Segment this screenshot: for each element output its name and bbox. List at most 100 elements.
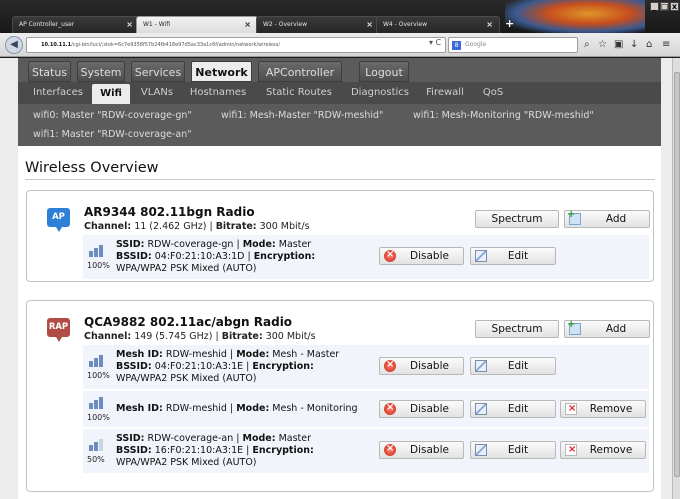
search-icon[interactable]: ⌕: [584, 40, 590, 50]
edit-icon: [475, 403, 487, 415]
subtab-interfaces[interactable]: Interfaces: [28, 82, 88, 104]
disable-button[interactable]: Disable: [379, 400, 464, 418]
edit-button[interactable]: Edit: [470, 247, 556, 265]
browser-tab-bar: AP Controller_user × W1 - Wifi × W2 - Ov…: [0, 0, 680, 34]
remove-icon: [565, 442, 577, 458]
luci-header: Status System Services Network APControl…: [18, 58, 661, 146]
signal-strength: 100%: [87, 413, 110, 422]
remove-button[interactable]: Remove: [560, 441, 646, 459]
browser-tab-label: AP Controller_user: [19, 21, 75, 28]
ap-badge-icon: AP: [47, 208, 70, 232]
close-icon[interactable]: ×: [244, 17, 251, 33]
subtab-hostnames[interactable]: Hostnames: [186, 82, 250, 104]
subtab-wifi[interactable]: Wifi: [92, 84, 130, 104]
browser-tab-w1-wifi[interactable]: W1 - Wifi ×: [136, 16, 258, 33]
iface-link-wifi1-mesh-master[interactable]: wifi1: Mesh-Master "RDW-meshid": [221, 110, 383, 121]
browser-tab-w2-overview[interactable]: W2 - Overview ×: [256, 16, 380, 33]
network-info: Mesh ID: RDW-meshid | Mode: Mesh - Monit…: [116, 403, 358, 414]
spectrum-button[interactable]: Spectrum: [475, 210, 559, 228]
browser-tab-label: W2 - Overview: [263, 21, 307, 28]
home-icon[interactable]: ⌂: [646, 40, 652, 50]
close-icon[interactable]: ×: [366, 17, 373, 33]
browser-tab-label: W4 - Overview: [383, 21, 427, 28]
edit-button[interactable]: Edit: [470, 441, 556, 459]
download-icon[interactable]: ↓: [630, 40, 638, 50]
search-input[interactable]: 8 Google: [448, 37, 578, 53]
bookmarks-icon[interactable]: ▣: [614, 40, 623, 50]
page-title: Wireless Overview: [25, 160, 655, 180]
network-row: 50% SSID: RDW-coverage-an | Mode: Master…: [83, 429, 649, 473]
signal-strength: 100%: [87, 261, 110, 270]
subtab-static-routes[interactable]: Static Routes: [258, 82, 340, 104]
google-icon: 8: [452, 41, 461, 50]
disable-button[interactable]: Disable: [379, 357, 464, 375]
radio-title: AR9344 802.11bgn Radio: [84, 205, 255, 219]
bookmark-star-icon[interactable]: ☆: [598, 40, 607, 50]
edit-button[interactable]: Edit: [470, 357, 556, 375]
close-icon[interactable]: ×: [486, 17, 493, 33]
signal-icon: [89, 243, 111, 257]
menu-icon[interactable]: ≡: [662, 40, 670, 50]
navigation-toolbar: ◀ 10.10.11.1/cgi-bin/luci/;stok=6c7e9358…: [0, 33, 680, 57]
disable-icon: [384, 400, 396, 416]
network-info: SSID: RDW-coverage-an | Mode: Master BSS…: [116, 433, 314, 468]
browser-tab-ap-controller[interactable]: AP Controller_user ×: [12, 16, 140, 33]
iface-link-wifi1-master[interactable]: wifi1: Master "RDW-coverage-an": [33, 129, 192, 140]
radio-card-ar9344: AP AR9344 802.11bgn Radio Channel: 11 (2…: [26, 190, 654, 282]
new-tab-icon[interactable]: +: [505, 17, 514, 31]
tab-status[interactable]: Status: [28, 61, 71, 82]
url-host: 10.10.11.1: [41, 42, 72, 48]
add-network-icon: [567, 207, 581, 225]
edit-button[interactable]: Edit: [470, 400, 556, 418]
network-row: 100% Mesh ID: RDW-meshid | Mode: Mesh - …: [83, 391, 649, 427]
disable-button[interactable]: Disable: [379, 247, 464, 265]
subtab-vlans[interactable]: VLANs: [134, 82, 180, 104]
tab-logout[interactable]: Logout: [359, 61, 409, 82]
main-content: Wireless Overview AP AR9344 802.11bgn Ra…: [18, 146, 661, 499]
add-button[interactable]: Add: [564, 317, 650, 338]
url-path: /cgi-bin/luci/;stok=6c7e9358f57b24fb418e…: [71, 42, 280, 48]
edit-icon: [475, 444, 487, 456]
subtab-diagnostics[interactable]: Diagnostics: [346, 82, 414, 104]
scrollbar-thumb[interactable]: [674, 72, 680, 477]
disable-button[interactable]: Disable: [379, 441, 464, 459]
network-info: SSID: RDW-coverage-gn | Mode: Master BSS…: [116, 239, 316, 274]
network-row: 100% SSID: RDW-coverage-gn | Mode: Maste…: [83, 235, 649, 279]
iface-link-wifi1-mesh-monitoring[interactable]: wifi1: Mesh-Monitoring "RDW-meshid": [413, 110, 594, 121]
rap-badge-icon: RAP: [47, 318, 70, 342]
browser-tab-label: W1 - Wifi: [143, 21, 170, 28]
tab-services[interactable]: Services: [131, 61, 185, 82]
iface-link-wifi0-master[interactable]: wifi0: Master "RDW-coverage-gn": [33, 110, 192, 121]
disable-icon: [384, 441, 396, 457]
maximize-icon[interactable]: □: [660, 2, 669, 11]
remove-button[interactable]: Remove: [560, 400, 646, 418]
tab-network[interactable]: Network: [191, 61, 252, 82]
radio-title: QCA9882 802.11ac/abgn Radio: [84, 315, 293, 329]
url-bar[interactable]: 10.10.11.1/cgi-bin/luci/;stok=6c7e9358f5…: [26, 37, 446, 53]
disable-icon: [384, 247, 396, 263]
minimize-icon[interactable]: _: [650, 2, 659, 11]
edit-icon: [475, 360, 487, 372]
page-scrollbar[interactable]: [672, 58, 680, 499]
add-network-icon: [567, 317, 581, 335]
subtab-qos[interactable]: QoS: [478, 82, 508, 104]
network-info: Mesh ID: RDW-meshid | Mode: Mesh - Maste…: [116, 349, 340, 384]
tab-system[interactable]: System: [77, 61, 125, 82]
spectrum-button[interactable]: Spectrum: [475, 320, 559, 338]
search-placeholder: Google: [465, 41, 487, 48]
signal-icon: [89, 353, 111, 367]
tab-apcontroller[interactable]: APController: [258, 61, 342, 82]
back-icon[interactable]: ◀: [5, 36, 23, 54]
signal-icon: [89, 395, 111, 409]
close-icon[interactable]: ×: [126, 17, 133, 33]
radio-subtitle: Channel: 149 (5.745 GHz) | Bitrate: 300 …: [84, 331, 316, 342]
add-button[interactable]: Add: [564, 207, 650, 228]
close-window-icon[interactable]: x: [670, 2, 679, 11]
interface-links: wifi0: Master "RDW-coverage-gn" wifi1: M…: [18, 104, 661, 146]
subtab-firewall[interactable]: Firewall: [420, 82, 470, 104]
radio-subtitle: Channel: 11 (2.462 GHz) | Bitrate: 300 M…: [84, 221, 310, 232]
reload-icon[interactable]: ▾ C: [429, 38, 441, 47]
signal-strength: 50%: [87, 455, 105, 464]
remove-icon: [565, 401, 577, 417]
browser-tab-w4-overview[interactable]: W4 - Overview ×: [376, 16, 500, 33]
